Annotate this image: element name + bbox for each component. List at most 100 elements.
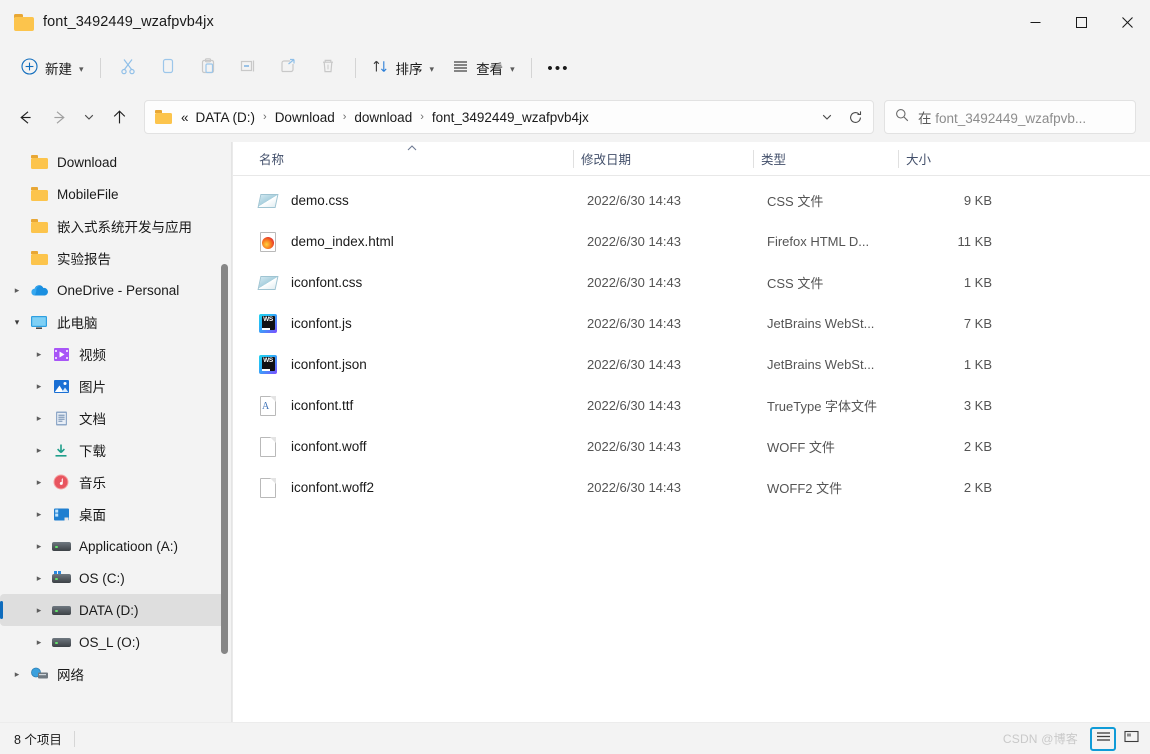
new-button[interactable]: 新建 ▾: [12, 52, 93, 84]
sidebar-item-downloads[interactable]: ▸ 下载: [0, 434, 226, 466]
file-size: 3 KB: [963, 398, 992, 413]
breadcrumb-separator[interactable]: ›: [340, 111, 350, 123]
breadcrumb-overflow[interactable]: «: [181, 110, 191, 125]
table-row[interactable]: iconfont.woff 2022/6/30 14:43 WOFF 文件 2 …: [239, 426, 1142, 467]
file-date: 2022/6/30 14:43: [587, 316, 681, 331]
drive-icon: [50, 604, 72, 617]
recent-locations-button[interactable]: [76, 100, 102, 134]
sidebar-item-mobilefile[interactable]: MobileFile: [0, 178, 226, 210]
sidebar-item-onedrive[interactable]: ▸ OneDrive - Personal: [0, 274, 226, 306]
file-size: 9 KB: [963, 193, 992, 208]
column-header-name-label: 名称: [259, 153, 285, 167]
pane-divider[interactable]: [231, 142, 232, 722]
sidebar-item-music[interactable]: ▸ 音乐: [0, 466, 226, 498]
title-bar: font_3492449_wzafpvb4jx: [0, 0, 1150, 44]
table-row[interactable]: A iconfont.ttf 2022/6/30 14:43 TrueType …: [239, 385, 1142, 426]
sidebar-item-drive-d[interactable]: ▸ DATA (D:): [0, 594, 226, 626]
search-scope: font_3492449_wzafpvb...: [935, 111, 1087, 126]
search-input[interactable]: 在 font_3492449_wzafpvb...: [884, 100, 1136, 134]
sidebar-item-desktop[interactable]: ▸ 桌面: [0, 498, 226, 530]
window-title: font_3492449_wzafpvb4jx: [43, 14, 214, 30]
breadcrumb-segment-0[interactable]: DATA (D:): [191, 107, 261, 128]
chevron-right-icon[interactable]: ▸: [6, 285, 28, 296]
css-file-icon: [257, 271, 279, 295]
table-row[interactable]: demo.css 2022/6/30 14:43 CSS 文件 9 KB: [239, 180, 1142, 221]
sidebar-item-pictures[interactable]: ▸ 图片: [0, 370, 226, 402]
sidebar-item-label: Download: [57, 154, 118, 170]
plus-circle-icon: [21, 58, 38, 78]
details-view-button[interactable]: [1090, 726, 1116, 751]
chevron-right-icon[interactable]: ▸: [28, 445, 50, 456]
back-button[interactable]: [8, 100, 42, 134]
breadcrumb-segment-2[interactable]: download: [349, 107, 417, 128]
table-row[interactable]: iconfont.woff2 2022/6/30 14:43 WOFF2 文件 …: [239, 467, 1142, 508]
chevron-right-icon[interactable]: ▸: [28, 541, 50, 552]
breadcrumb-bar[interactable]: « DATA (D:) › Download › download › font…: [144, 100, 874, 134]
maximize-button[interactable]: [1058, 0, 1104, 44]
sidebar-item-this-pc[interactable]: ▾ 此电脑: [0, 306, 226, 338]
chevron-right-icon[interactable]: ▸: [28, 349, 50, 360]
column-header-date[interactable]: 修改日期: [573, 142, 753, 176]
sidebar-item-label: 实验报告: [57, 252, 111, 267]
chevron-right-icon[interactable]: ▸: [28, 605, 50, 616]
sidebar-item-label: OS (C:): [79, 570, 125, 586]
sidebar-item-drive-o[interactable]: ▸ OS_L (O:): [0, 626, 226, 658]
breadcrumb-separator[interactable]: ›: [417, 111, 427, 123]
sort-button[interactable]: 排序 ▾: [363, 52, 444, 84]
column-header-size[interactable]: 大小: [898, 142, 1000, 176]
sidebar-item-lab-report[interactable]: 实验报告: [0, 242, 226, 274]
minimize-button[interactable]: [1012, 0, 1058, 44]
copy-button[interactable]: [148, 52, 188, 84]
file-size: 1 KB: [963, 275, 992, 290]
breadcrumb-segment-3[interactable]: font_3492449_wzafpvb4jx: [427, 107, 594, 128]
chevron-right-icon[interactable]: ▸: [6, 669, 28, 680]
sidebar-scrollbar[interactable]: [221, 264, 228, 654]
table-row[interactable]: WS iconfont.js 2022/6/30 14:43 JetBrains…: [239, 303, 1142, 344]
chevron-right-icon[interactable]: ▸: [28, 509, 50, 520]
table-row[interactable]: demo_index.html 2022/6/30 14:43 Firefox …: [239, 221, 1142, 262]
refresh-button[interactable]: [841, 103, 869, 131]
watermark: CSDN @博客: [1002, 732, 1078, 746]
table-row[interactable]: iconfont.css 2022/6/30 14:43 CSS 文件 1 KB: [239, 262, 1142, 303]
up-button[interactable]: [102, 100, 136, 134]
sidebar-item-videos[interactable]: ▸ 视频: [0, 338, 226, 370]
close-button[interactable]: [1104, 0, 1150, 44]
table-row[interactable]: WS iconfont.json 2022/6/30 14:43 JetBrai…: [239, 344, 1142, 385]
sidebar-item-label: Applicatioon (A:): [79, 538, 179, 554]
chevron-right-icon[interactable]: ▸: [28, 477, 50, 488]
sidebar-item-network[interactable]: ▸ 网络: [0, 658, 226, 690]
sidebar-item-download[interactable]: Download: [0, 146, 226, 178]
more-options-button[interactable]: •••: [539, 52, 579, 84]
chevron-right-icon[interactable]: ▸: [28, 637, 50, 648]
file-name: iconfont.json: [291, 357, 367, 372]
cloud-icon: [28, 283, 50, 297]
chevron-right-icon[interactable]: ▸: [28, 573, 50, 584]
breadcrumb-separator[interactable]: ›: [260, 111, 270, 123]
paste-button[interactable]: [188, 52, 228, 84]
view-button[interactable]: 查看 ▾: [443, 52, 524, 84]
sidebar-item-drive-a[interactable]: ▸ Applicatioon (A:): [0, 530, 226, 562]
sidebar-item-documents[interactable]: ▸ 文档: [0, 402, 226, 434]
column-header-name[interactable]: 名称: [251, 142, 573, 176]
cut-button[interactable]: [108, 52, 148, 84]
forward-button[interactable]: [42, 100, 76, 134]
sidebar-item-drive-c[interactable]: ▸ OS (C:): [0, 562, 226, 594]
share-button[interactable]: [268, 52, 308, 84]
chevron-right-icon[interactable]: ▸: [28, 381, 50, 392]
sidebar-item-embedded-systems[interactable]: 嵌入式系统开发与应用: [0, 210, 226, 242]
sidebar-item-label: 文档: [79, 412, 106, 427]
delete-button[interactable]: [308, 52, 348, 84]
sidebar-item-label: DATA (D:): [79, 602, 139, 618]
navigation-pane[interactable]: Download MobileFile 嵌入式系统开发与应用 实验报告 ▸ On…: [0, 142, 232, 722]
chevron-down-icon[interactable]: ▾: [6, 317, 28, 328]
address-dropdown-button[interactable]: [813, 103, 841, 131]
chevron-right-icon[interactable]: ▸: [28, 413, 50, 424]
rename-button[interactable]: [228, 52, 268, 84]
share-icon: [279, 57, 297, 80]
large-icons-view-button[interactable]: [1118, 727, 1144, 751]
pictures-icon: [50, 379, 72, 394]
item-count: 8 个项目: [14, 733, 62, 747]
breadcrumb-segment-1[interactable]: Download: [270, 107, 340, 128]
column-headers: 名称 修改日期 类型 大小: [233, 142, 1150, 176]
column-header-type[interactable]: 类型: [753, 142, 898, 176]
